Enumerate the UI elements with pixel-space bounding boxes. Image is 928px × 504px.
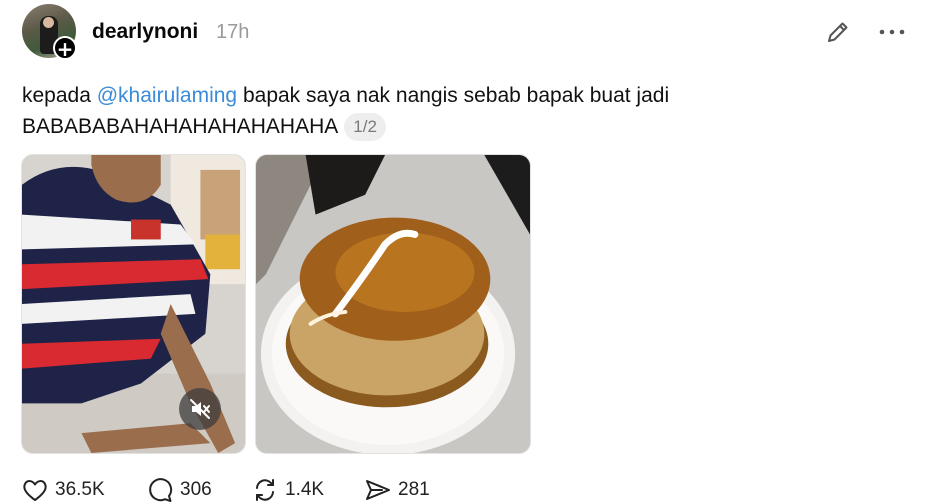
repost-count: 1.4K: [285, 479, 325, 500]
like-button[interactable]: 36.5K: [21, 476, 105, 504]
mute-icon: [190, 399, 210, 419]
repost-icon: [256, 479, 274, 501]
share-count: 281: [398, 479, 430, 500]
username[interactable]: dearlynoni: [92, 20, 198, 44]
plus-icon: +: [56, 37, 74, 61]
post-text: kepada @khairulaming bapak saya nak nang…: [22, 80, 862, 142]
reply-button[interactable]: 306: [146, 476, 212, 504]
heart-icon: [23, 480, 47, 501]
more-icon[interactable]: [876, 20, 908, 44]
reply-count: 306: [180, 479, 212, 500]
mute-toggle[interactable]: [179, 388, 221, 430]
share-button[interactable]: 281: [364, 476, 430, 504]
comment-icon: [149, 478, 173, 502]
page-indicator: 1/2: [344, 113, 386, 141]
avatar-face: [43, 17, 54, 28]
mention-link[interactable]: @khairulaming: [97, 84, 237, 107]
post-timestamp: 17h: [216, 21, 250, 43]
repost-button[interactable]: 1.4K: [251, 476, 324, 504]
photo-frame: [256, 155, 530, 453]
send-icon: [366, 480, 390, 500]
photo-thumbnail[interactable]: [255, 154, 531, 454]
edit-icon[interactable]: [824, 18, 852, 46]
post-text-before: kepada: [22, 84, 97, 107]
like-count: 36.5K: [55, 479, 105, 500]
follow-button[interactable]: +: [53, 36, 77, 60]
